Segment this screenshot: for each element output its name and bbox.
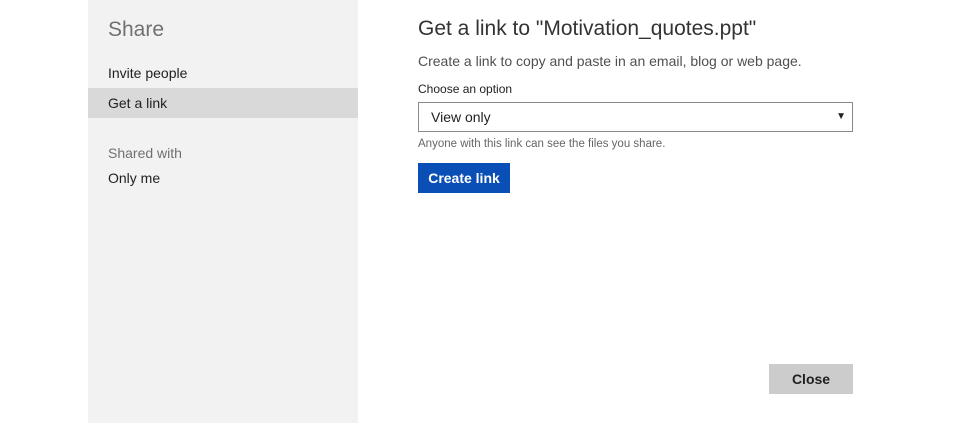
create-link-button[interactable]: Create link — [418, 163, 510, 193]
permission-select[interactable]: View only ▼ — [418, 102, 853, 132]
permission-select-value: View only — [431, 109, 491, 125]
shared-with-label: Shared with — [108, 145, 182, 161]
option-label: Choose an option — [418, 82, 513, 96]
sidebar-item-invite-people[interactable]: Invite people — [88, 58, 358, 88]
sidebar-title: Share — [108, 18, 165, 41]
chevron-down-icon: ▼ — [836, 111, 846, 122]
close-button[interactable]: Close — [769, 364, 853, 394]
share-dialog: Share Invite people Get a link Shared wi… — [0, 0, 970, 423]
sidebar: Share Invite people Get a link Shared wi… — [88, 0, 358, 423]
page-subtitle: Create a link to copy and paste in an em… — [418, 53, 802, 69]
sidebar-item-get-a-link[interactable]: Get a link — [88, 88, 358, 118]
option-hint: Anyone with this link can see the files … — [418, 138, 666, 150]
shared-with-value: Only me — [108, 170, 161, 186]
page-title: Get a link to "Motivation_quotes.ppt" — [418, 17, 757, 40]
